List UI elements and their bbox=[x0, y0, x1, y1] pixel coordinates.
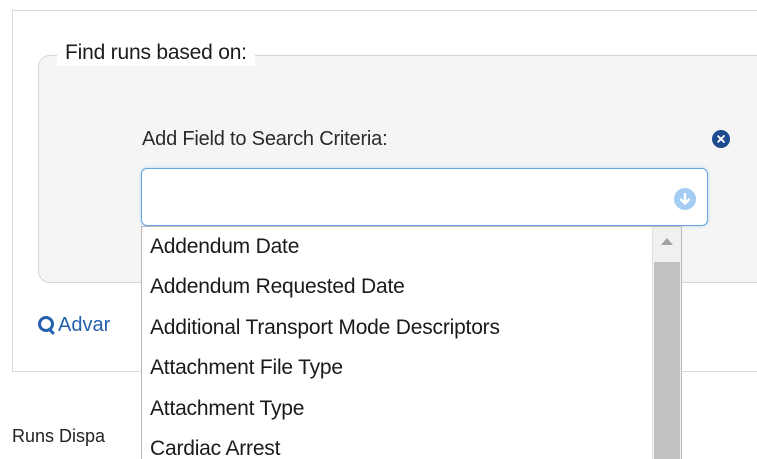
advanced-search-link[interactable]: Advar bbox=[38, 312, 110, 338]
scroll-thumb[interactable] bbox=[654, 262, 680, 459]
dropdown-option-attachment-type[interactable]: Attachment Type bbox=[142, 389, 681, 429]
scroll-up-arrow-icon[interactable] bbox=[653, 227, 681, 257]
advanced-search-label: Advar bbox=[58, 314, 111, 336]
dropdown-option-additional-transport-mode-descriptors[interactable]: Additional Transport Mode Descriptors bbox=[142, 308, 681, 348]
remove-circle-icon[interactable] bbox=[712, 130, 730, 148]
search-page: Find runs based on: Add Field to Search … bbox=[0, 0, 757, 459]
dropdown-option-attachment-file-type[interactable]: Attachment File Type bbox=[142, 348, 681, 388]
dropdown-scrollbar[interactable] bbox=[652, 227, 681, 459]
add-field-select[interactable] bbox=[141, 168, 708, 226]
dropdown-option-addendum-date[interactable]: Addendum Date bbox=[142, 227, 681, 267]
dropdown-option-cardiac-arrest[interactable]: Cardiac Arrest bbox=[142, 429, 681, 459]
chevron-down-circle-icon[interactable] bbox=[674, 188, 696, 210]
add-field-label: Add Field to Search Criteria: bbox=[142, 128, 388, 150]
fieldset-legend: Find runs based on: bbox=[57, 40, 255, 66]
field-dropdown-list[interactable]: Addendum Date Addendum Requested Date Ad… bbox=[141, 226, 682, 459]
search-icon bbox=[38, 316, 54, 332]
runs-displayed-label: Runs Dispa bbox=[12, 426, 106, 446]
dropdown-option-addendum-requested-date[interactable]: Addendum Requested Date bbox=[142, 267, 681, 307]
